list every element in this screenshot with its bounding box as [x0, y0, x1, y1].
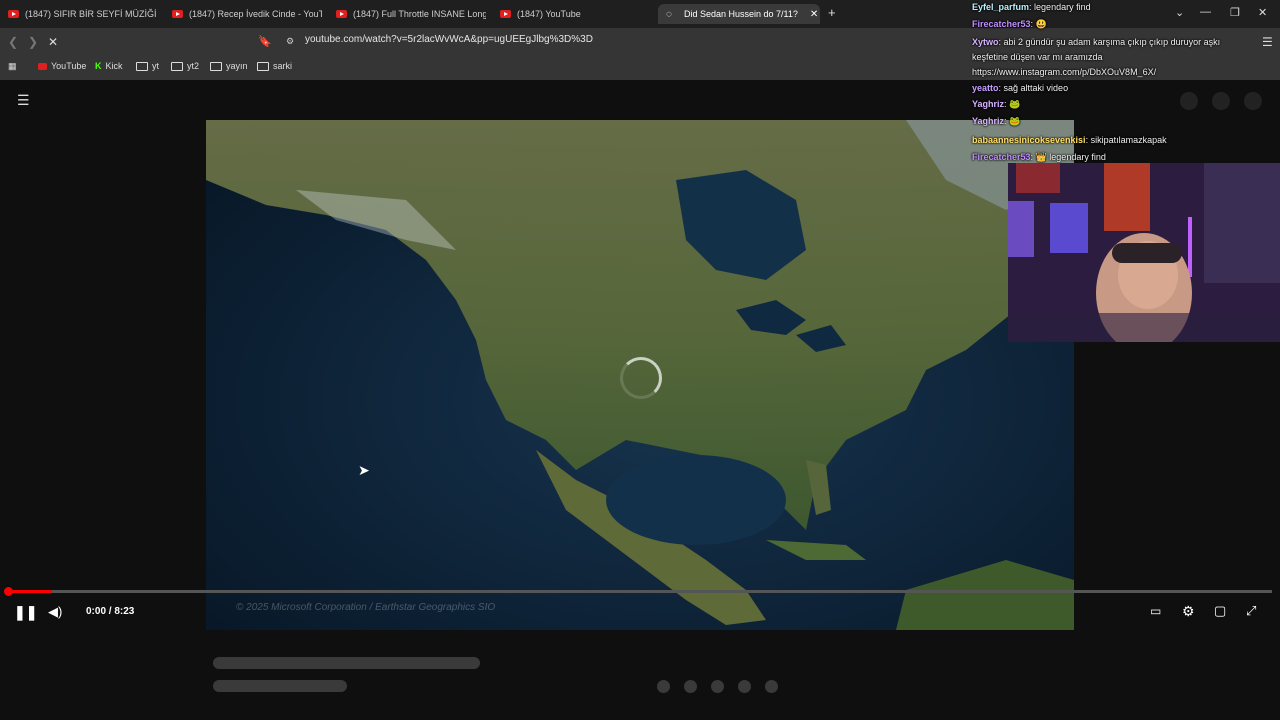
pause-button[interactable]: ❚❚	[14, 604, 37, 621]
theater-mode-icon[interactable]: ▢	[1214, 603, 1226, 619]
bookmark-folder-yayin[interactable]: yayın	[210, 61, 248, 71]
back-button[interactable]: ❮	[8, 35, 18, 49]
loading-spinner	[620, 357, 662, 399]
chat-username: Yaghriz	[972, 99, 1005, 109]
address-bar[interactable]: youtube.com/watch?v=5r2lacWvWcA&pp=ugUEE…	[305, 34, 593, 45]
folder-icon	[257, 61, 269, 71]
youtube-icon	[38, 62, 47, 70]
folder-icon	[171, 61, 183, 71]
bookmark-folder-yt[interactable]: yt	[136, 61, 159, 71]
chat-message: Firecatcher53: 😃	[972, 19, 1047, 29]
chat-message: Yaghriz: 🐸	[972, 116, 1021, 126]
bookmark-label: YouTube	[51, 61, 87, 71]
time-display: 0:00 / 8:23	[86, 606, 135, 617]
stop-loading-button[interactable]: ✕	[48, 35, 58, 49]
chat-text: keşfetine düşen var mı aramızda	[972, 52, 1103, 62]
progress-played	[8, 590, 53, 593]
chat-username: yeatto	[972, 83, 999, 93]
scrubber-handle[interactable]	[4, 587, 13, 596]
tab-title: Did Sedan Hussein do 7/11?	[683, 9, 798, 19]
bookmark-kick[interactable]: K Kick	[95, 61, 123, 71]
chat-username: Firecatcher53	[972, 152, 1031, 162]
chat-message: Xytwo: abi 2 gündür şu adam karşıma çıkı…	[972, 37, 1221, 47]
bookmark-youtube[interactable]: YouTube	[38, 61, 86, 71]
emote-icon: 🐸	[1009, 116, 1021, 126]
bookmark-icon[interactable]: 🔖	[258, 35, 272, 48]
tab-title: (1847) SIFIR BİR SEYFİ MÜZİĞİ - YouT	[25, 9, 158, 19]
browser-tab[interactable]: (1847) YouTube	[500, 4, 650, 24]
action-skeleton	[684, 680, 697, 693]
kick-icon: K	[95, 61, 102, 71]
bookmark-label: yt2	[187, 61, 200, 71]
stream-chat-overlay: Eyfel_parfum: legendary find Firecatcher…	[972, 0, 1280, 162]
action-skeleton	[657, 680, 670, 693]
hamburger-menu-icon[interactable]: ☰	[17, 92, 30, 109]
volume-button[interactable]: ◀)	[48, 604, 62, 620]
chat-text: abi 2 gündür şu adam karşıma çıkıp çıkıp…	[1003, 37, 1221, 47]
new-tab-button[interactable]: +	[828, 5, 836, 20]
browser-tab[interactable]: (1847) Full Throttle INSANE Long Do	[336, 4, 486, 24]
youtube-icon	[500, 10, 511, 18]
chat-message: yeatto: sağ alttaki video	[972, 83, 1069, 93]
player-controls: ❚❚ ◀) 0:00 / 8:23 ▭ ⚙ ▢ ⤢	[0, 587, 1280, 630]
mouse-cursor: ➤	[358, 462, 370, 478]
action-skeleton	[738, 680, 751, 693]
chat-username: Eyfel_parfum	[972, 2, 1030, 12]
chat-message-continued: keşfetine düşen var mı aramızda	[972, 52, 1103, 62]
action-skeleton	[711, 680, 724, 693]
streamer-webcam	[1008, 163, 1280, 342]
action-skeleton	[765, 680, 778, 693]
tab-title: (1847) Full Throttle INSANE Long Do	[353, 9, 486, 19]
emote-icon: 👑	[1035, 152, 1047, 162]
chat-message: Yaghriz: 🐸	[972, 99, 1021, 109]
emote-icon: 😃	[1035, 19, 1047, 29]
youtube-icon	[172, 10, 183, 18]
channel-skeleton	[213, 680, 347, 692]
fullscreen-icon[interactable]: ⤢	[1246, 603, 1256, 619]
title-skeleton	[213, 657, 480, 669]
chat-text: sikipatılamazkapak	[1090, 135, 1167, 145]
bookmark-label: Kick	[105, 61, 123, 71]
bookmark-label: yt	[152, 61, 160, 71]
chat-link: https://www.instagram.com/p/DbXOuV8M_6X/	[972, 67, 1157, 77]
chat-text: legendary find	[1034, 2, 1091, 12]
loading-icon: ◌	[666, 8, 672, 20]
emote-icon: 🐸	[1009, 99, 1021, 109]
chat-text: legendary find	[1049, 152, 1106, 162]
subtitles-icon[interactable]: ▭	[1150, 604, 1161, 618]
browser-tab-active[interactable]: ◌ Did Sedan Hussein do 7/11? ✕	[658, 4, 820, 24]
forward-button[interactable]: ❯	[28, 35, 38, 49]
chat-message-continued: https://www.instagram.com/p/DbXOuV8M_6X/	[972, 67, 1156, 77]
folder-icon	[210, 61, 222, 71]
browser-tab[interactable]: (1847) Recep İvedik Cinde - YouTube	[172, 4, 322, 24]
youtube-icon	[8, 10, 19, 18]
webcam-scene	[1008, 163, 1280, 342]
chat-message: Eyfel_parfum: legendary find	[972, 2, 1091, 12]
progress-bar[interactable]	[8, 590, 1272, 593]
bookmark-label: yayın	[226, 61, 248, 71]
site-info-icon[interactable]: ⚙	[286, 36, 294, 47]
bookmark-folder-yt2[interactable]: yt2	[171, 61, 199, 71]
bookmark-folder-sarki[interactable]: sarki	[257, 61, 292, 71]
chat-username: Xytwo	[972, 37, 999, 47]
chat-message: babaannesinicoksevenkisi: sikipatılamazk…	[972, 135, 1167, 145]
chat-text: sağ alttaki video	[1003, 83, 1069, 93]
chat-username: babaannesinicoksevenkisi	[972, 135, 1086, 145]
chat-username: Firecatcher53	[972, 19, 1031, 29]
tab-title: (1847) YouTube	[517, 9, 581, 19]
apps-icon[interactable]: ▦	[8, 61, 17, 72]
settings-icon[interactable]: ⚙	[1182, 603, 1195, 620]
chat-message: Firecatcher53: 👑 legendary find	[972, 152, 1106, 162]
browser-tab[interactable]: (1847) SIFIR BİR SEYFİ MÜZİĞİ - YouT	[8, 4, 158, 24]
folder-icon	[136, 61, 148, 71]
close-tab-icon[interactable]: ✕	[810, 9, 818, 20]
youtube-icon	[336, 10, 347, 18]
bookmark-label: sarki	[273, 61, 293, 71]
chat-username: Yaghriz	[972, 116, 1005, 126]
tab-title: (1847) Recep İvedik Cinde - YouTube	[189, 9, 322, 19]
